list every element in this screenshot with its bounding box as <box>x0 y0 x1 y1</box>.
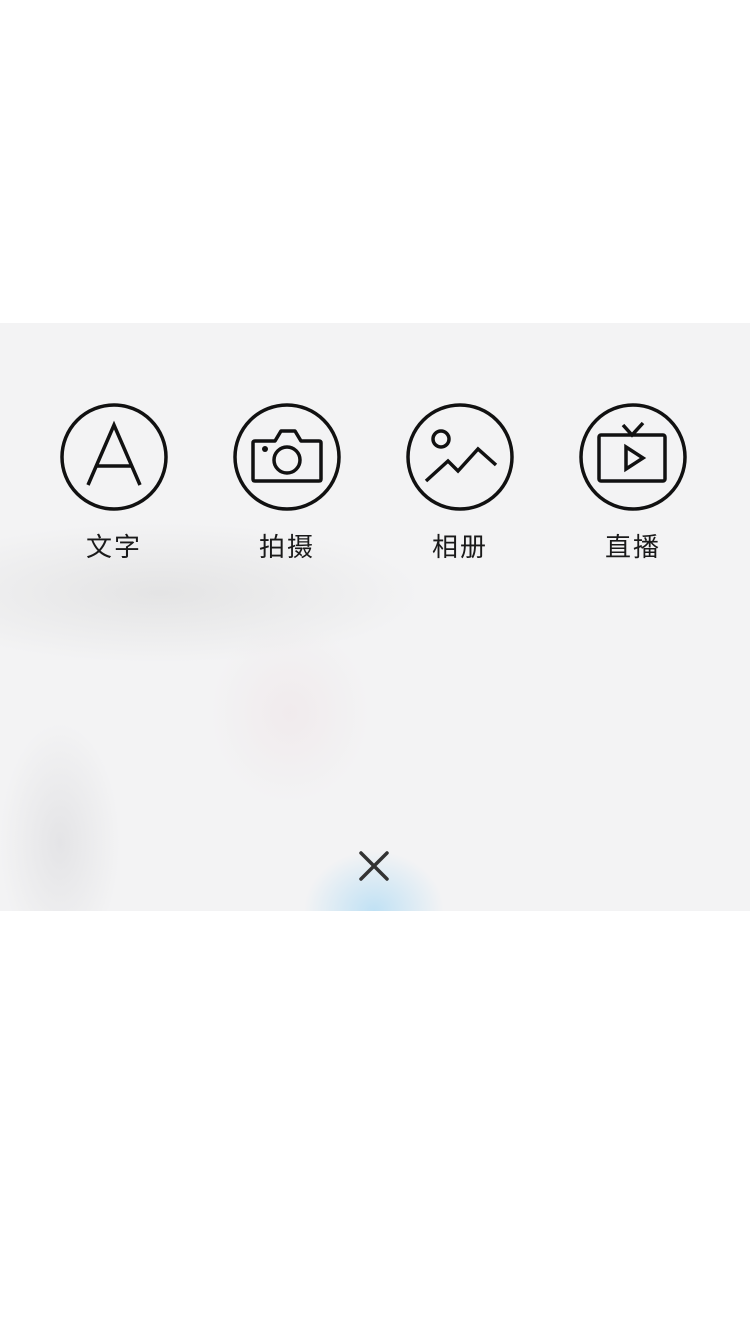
action-live-label: 直播 <box>604 533 661 563</box>
action-album[interactable]: 相册 <box>390 403 530 568</box>
publish-menu-sheet: 文字 拍摄 相册 直播 <box>0 323 750 911</box>
close-icon <box>359 851 389 881</box>
action-live[interactable]: 直播 <box>563 403 703 568</box>
camera-icon <box>233 403 341 511</box>
publish-actions: 文字 拍摄 相册 直播 <box>0 403 750 573</box>
action-text-label: 文字 <box>85 533 142 563</box>
action-text[interactable]: 文字 <box>44 403 184 568</box>
text-icon <box>60 403 168 511</box>
screen: 文字 拍摄 相册 直播 <box>0 0 750 1334</box>
photo-album-icon <box>406 403 514 511</box>
action-camera[interactable]: 拍摄 <box>217 403 357 568</box>
live-tv-icon <box>579 403 687 511</box>
close-button[interactable] <box>344 837 404 897</box>
action-album-label: 相册 <box>431 533 488 563</box>
action-camera-label: 拍摄 <box>258 533 315 563</box>
